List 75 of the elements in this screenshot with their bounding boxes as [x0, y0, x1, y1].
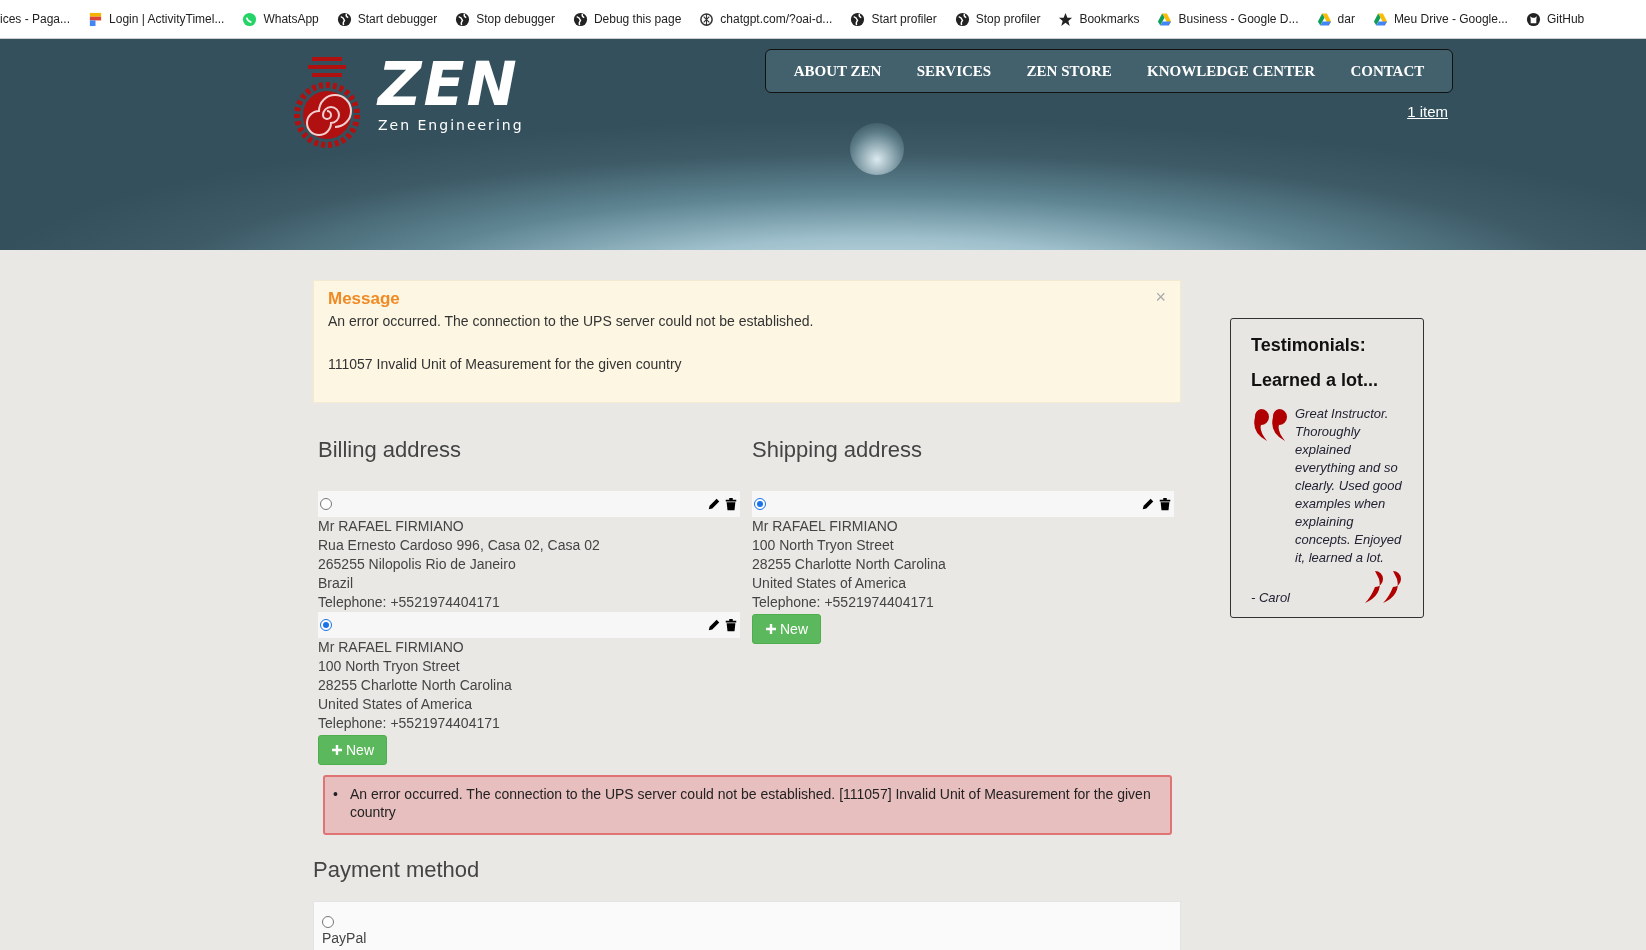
message-title: Message	[328, 289, 400, 309]
radio-button[interactable]	[320, 619, 332, 631]
testimonial-heading: Testimonials:	[1251, 335, 1367, 356]
triangle-icon	[1316, 11, 1332, 27]
bookmark-link[interactable]: Start profiler	[871, 12, 937, 26]
testimonial-author: - Carol	[1251, 589, 1290, 607]
address-line: 265255 Nilopolis Rio de Janeiro	[318, 555, 517, 574]
cart-link[interactable]: 1 item	[1407, 103, 1448, 120]
message-text: 111057 Invalid Unit of Measurement for the given country	[328, 356, 683, 372]
bookmark-link[interactable]: chatgpt.com/?oai-d...	[720, 12, 833, 26]
globe-icon	[336, 11, 352, 27]
section-heading: Payment method	[313, 857, 481, 884]
logo-subtitle: Zen Engineering	[378, 117, 524, 133]
delete-icon[interactable]	[1158, 497, 1172, 511]
globe-icon	[850, 11, 866, 27]
flag-icon	[88, 11, 104, 27]
address-line: Rua Ernesto Cardoso 996, Casa 02, Casa 02	[318, 536, 601, 555]
address-line: United States of America	[752, 574, 908, 593]
bookmark-link[interactable]: Business - Google D...	[1178, 12, 1299, 26]
bookmark-link[interactable]: Meu Drive - Google...	[1393, 12, 1508, 26]
nav-link[interactable]: CONTACT	[1348, 58, 1427, 84]
address-line: United States of America	[318, 695, 474, 714]
delete-icon[interactable]	[724, 618, 738, 632]
delete-icon[interactable]	[724, 497, 738, 511]
address-line: 100 North Tryon Street	[752, 536, 895, 555]
edit-icon[interactable]	[1141, 497, 1155, 511]
bookmark-link[interactable]: Stop debugger	[476, 12, 555, 26]
bookmark-link[interactable]: Start debugger	[357, 12, 438, 26]
nav-link[interactable]: ZEN STORE	[1024, 58, 1114, 84]
address-line: Mr RAFAEL FIRMIANO	[318, 638, 465, 657]
bookmark-link[interactable]: GitHub	[1546, 12, 1585, 26]
globe-icon	[954, 11, 970, 27]
globe-icon	[455, 11, 471, 27]
edit-icon[interactable]	[707, 618, 721, 632]
bookmark-link[interactable]: dar	[1337, 12, 1355, 26]
address-line: Mr RAFAEL FIRMIANO	[318, 517, 465, 536]
address-line: 28255 Charlotte North Carolina	[752, 555, 947, 574]
water-drop-drawing	[850, 123, 904, 175]
edit-icon[interactable]	[707, 497, 721, 511]
logo-title: ZEN	[378, 53, 520, 115]
triangle-icon	[1372, 11, 1388, 27]
star-icon	[1058, 11, 1074, 27]
nav-link[interactable]: SERVICES	[914, 58, 994, 84]
knot-icon	[699, 11, 715, 27]
radio-button[interactable]	[320, 498, 332, 510]
nav-link[interactable]: KNOWLEDGE CENTER	[1145, 58, 1318, 84]
chat-bubble-icon	[242, 11, 258, 27]
plus-icon	[765, 623, 777, 635]
bookmark-link[interactable]: Stop profiler	[975, 12, 1041, 26]
testimonial-title: Learned a lot...	[1251, 370, 1380, 391]
triangle-icon	[1157, 11, 1173, 27]
bookmark-link[interactable]: Debug this page	[593, 12, 682, 26]
address-line: 28255 Charlotte North Carolina	[318, 676, 513, 695]
bookmark-link[interactable]: Login | ActivityTimel...	[109, 12, 225, 26]
globe-icon	[572, 11, 588, 27]
payment-option-label: PayPal	[322, 930, 368, 946]
plus-icon	[331, 744, 343, 756]
bookmark-link[interactable]: Bookmarks	[1079, 12, 1140, 26]
list-bullet: •	[333, 785, 338, 804]
radio-button[interactable]	[754, 498, 766, 510]
message-text: An error occurred. The connection to the UPS server could not be established.	[328, 313, 815, 329]
address-line: Mr RAFAEL FIRMIANO	[752, 517, 899, 536]
bookmark-link[interactable]: ices - Paga...	[0, 12, 71, 26]
address-line: Brazil	[318, 574, 354, 593]
address-line: Telephone: +5521974404171	[318, 593, 501, 612]
address-line: 100 North Tryon Street	[318, 657, 461, 676]
bookmark-link[interactable]: WhatsApp	[263, 12, 319, 26]
section-heading: Billing address	[318, 437, 463, 463]
nav-link[interactable]: ABOUT ZEN	[791, 58, 884, 84]
testimonial-quote: Great Instructor. Thoroughly explained everything and so clearly. Used good examples when explaining concepts. Enjoyed it, learned a lot.	[1295, 405, 1403, 567]
radio-button[interactable]	[322, 916, 334, 928]
section-heading: Shipping address	[752, 437, 923, 463]
address-line: Telephone: +5521974404171	[318, 714, 501, 733]
address-line: Telephone: +5521974404171	[752, 593, 935, 612]
error-text: An error occurred. The connection to the UPS server could not be established. [111057] Invalid Unit of Measurement for the given country	[349, 785, 1152, 821]
